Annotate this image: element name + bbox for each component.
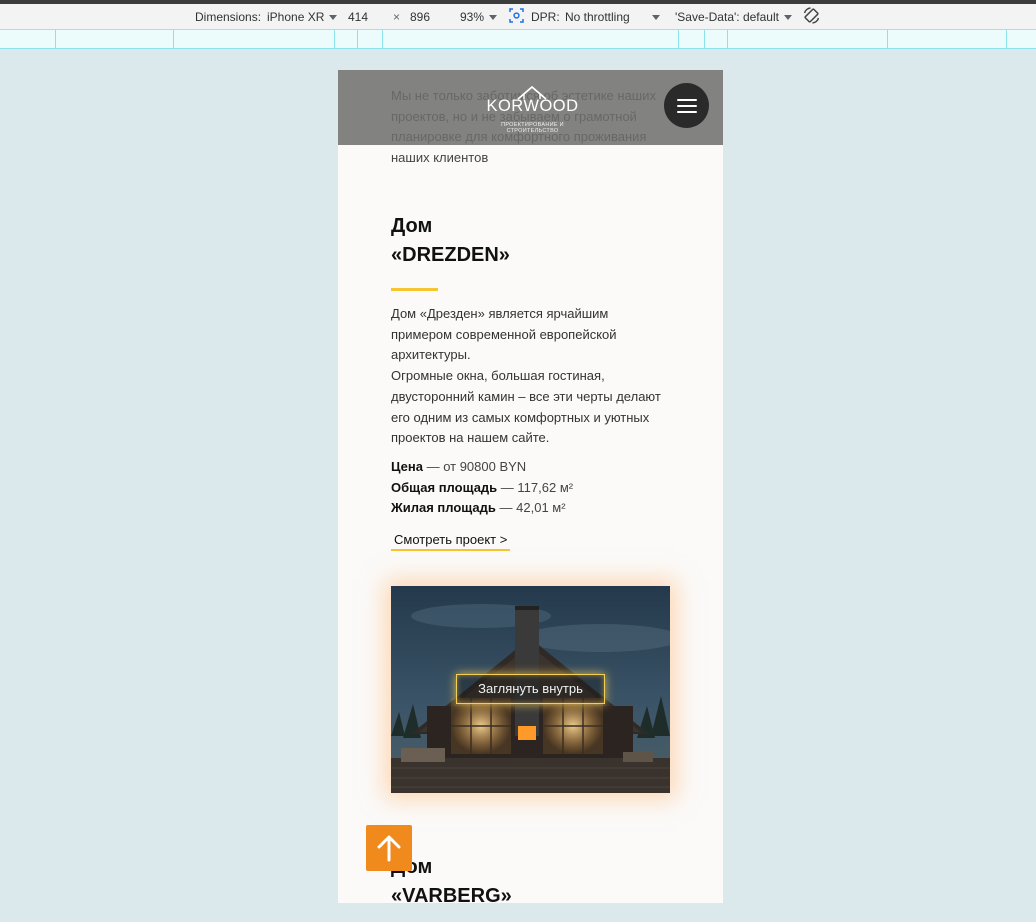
dpr-label: DPR:	[531, 10, 560, 24]
price-label: Цена	[391, 459, 423, 474]
peek-inside-button[interactable]: Заглянуть внутрь	[456, 674, 605, 704]
device-toolbar: Dimensions: iPhone XR 414 × 896 93% DPR:…	[0, 4, 1036, 30]
zoom-select-value: 93%	[460, 10, 485, 24]
total-area-label: Общая площадь	[391, 479, 498, 495]
ruler-tick[interactable]	[55, 30, 56, 49]
width-input[interactable]: 414	[348, 10, 368, 24]
description-paragraph-2: Огромные окна, большая гостиная, двустор…	[391, 368, 661, 446]
project-title-line1: Дом	[391, 215, 433, 237]
total-area-value: — 117,62 м²	[497, 479, 574, 495]
project-title-line2: «DREZDEN»	[391, 244, 510, 266]
ruler-tick[interactable]	[678, 30, 679, 49]
ruler-tick[interactable]	[887, 30, 888, 49]
chevron-down-icon	[329, 15, 338, 21]
site-header: KORWOOD ПРОЕКТИРОВАНИЕ И СТРОИТЕЛЬСТВО	[338, 70, 723, 145]
ruler-tick[interactable]	[357, 30, 358, 49]
view-project-link[interactable]: Смотреть проект >	[391, 532, 511, 551]
chevron-down-icon	[489, 15, 498, 21]
ruler-tick[interactable]	[334, 30, 335, 49]
next-project-title-line2: «VARBERG»	[391, 885, 512, 903]
ruler-tick[interactable]	[173, 30, 174, 49]
logo-tagline: ПРОЕКТИРОВАНИЕ И СТРОИТЕЛЬСТВО	[501, 122, 564, 134]
ruler-tick[interactable]	[727, 30, 728, 49]
project-photo[interactable]: Заглянуть внутрь	[391, 586, 670, 793]
dimensions-label: Dimensions:	[195, 10, 262, 24]
hamburger-icon	[677, 105, 697, 107]
menu-button[interactable]	[664, 83, 709, 128]
hamburger-icon	[677, 99, 697, 101]
living-area-row: Жилая площадь — 42,01 м²	[391, 498, 671, 519]
throttling-select[interactable]: No throttling	[565, 10, 660, 24]
living-area-label: Жилая площадь	[391, 500, 496, 515]
total-area-row: Общая площадь — 117,62 м²	[391, 478, 671, 499]
price-value: — от 90800 BYN	[422, 459, 527, 474]
korwood-logo[interactable]: KORWOOD ПРОЕКТИРОВАНИЕ И СТРОИТЕЛЬСТВО	[475, 84, 590, 134]
dpr-icon	[509, 8, 524, 26]
height-input[interactable]: 896	[410, 10, 430, 24]
device-viewport: Мы не только заботимся об эстетике наших…	[338, 70, 723, 903]
times-sign: ×	[393, 10, 401, 24]
title-underline	[391, 288, 438, 291]
chevron-down-icon	[783, 15, 792, 21]
ruler-tick[interactable]	[382, 30, 383, 49]
device-select[interactable]: iPhone XR	[267, 10, 338, 24]
media-query-ruler	[0, 30, 1036, 49]
throttling-select-value: No throttling	[565, 10, 630, 24]
hamburger-icon	[677, 111, 697, 113]
project-specs: Цена — от 90800 BYN Общая площадь — 117,…	[391, 457, 671, 519]
scroll-to-top-button[interactable]	[366, 825, 412, 871]
zoom-select[interactable]: 93%	[460, 10, 498, 24]
price-row: Цена — от 90800 BYN	[391, 457, 671, 478]
project-title: Дом «DREZDEN»	[391, 212, 510, 270]
rotate-icon[interactable]	[802, 6, 821, 28]
save-data-select-value: 'Save-Data': default	[675, 10, 779, 24]
ruler-tick[interactable]	[704, 30, 705, 49]
living-area-value: — 42,01 м²	[495, 500, 566, 515]
device-select-value: iPhone XR	[267, 10, 325, 24]
chevron-down-icon	[651, 15, 660, 21]
project-description: Дом «Дрезден» является ярчайшим примером…	[391, 304, 673, 449]
ruler-tick[interactable]	[1006, 30, 1007, 49]
description-paragraph-1: Дом «Дрезден» является ярчайшим примером…	[391, 306, 617, 363]
save-data-select[interactable]: 'Save-Data': default	[675, 10, 792, 24]
logo-wordmark: KORWOOD	[486, 97, 579, 115]
arrow-up-icon	[377, 835, 401, 862]
